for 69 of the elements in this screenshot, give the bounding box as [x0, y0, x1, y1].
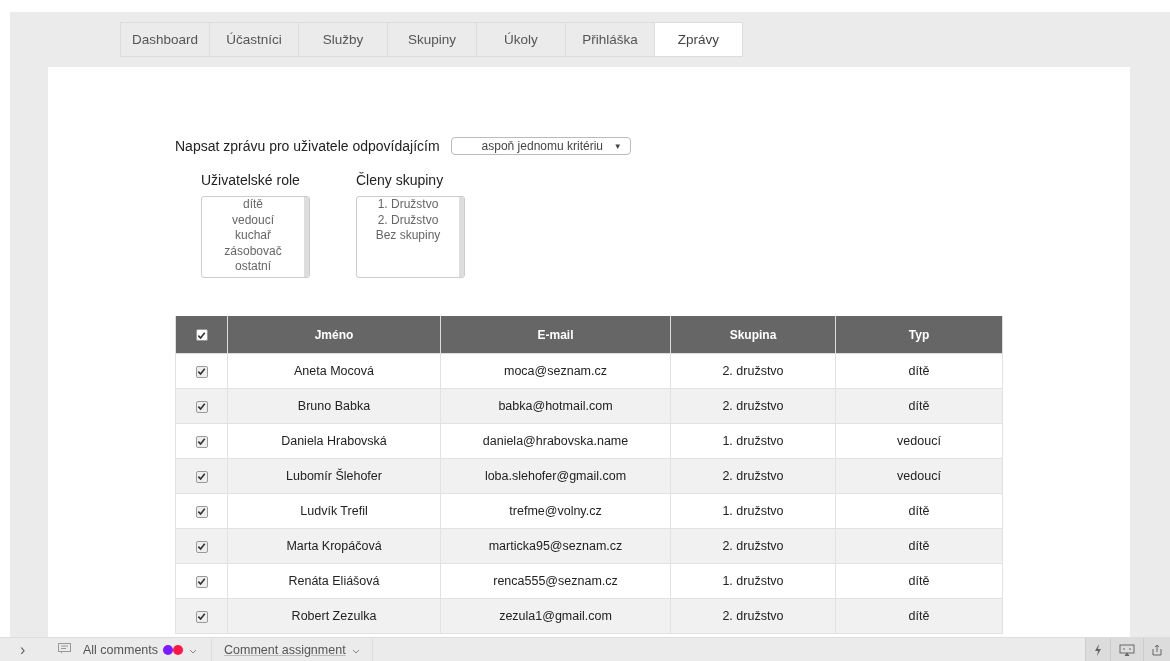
column-header: Jméno [227, 316, 441, 354]
table-cell: zezula1@gmail.com [440, 598, 671, 634]
table-cell: daniela@hrabovska.name [440, 423, 671, 459]
list-option[interactable]: 1. Družstvo [377, 197, 439, 213]
list-option[interactable]: ostatní [235, 259, 271, 275]
table-cell: marticka95@seznam.cz [440, 528, 671, 564]
table-cell: moca@seznam.cz [440, 353, 671, 389]
tab[interactable]: Služby [298, 22, 387, 57]
criteria-dropdown[interactable]: aspoň jednomu kritériu ▼ [450, 137, 631, 155]
table-cell: Marta Kropáčová [227, 528, 441, 564]
table-cell: 2. družstvo [670, 598, 836, 634]
list-option[interactable]: zásobovač [224, 243, 282, 259]
tab[interactable]: Zprávy [654, 22, 743, 57]
table-cell: 1. družstvo [670, 563, 836, 599]
table-cell: dítě [835, 598, 1003, 634]
tab[interactable]: Dashboard [120, 22, 209, 57]
table-cell: Daniela Hrabovská [227, 423, 441, 459]
checkbox[interactable] [195, 505, 208, 518]
table-cell: vedoucí [835, 458, 1003, 494]
table-cell: renca555@seznam.cz [440, 563, 671, 599]
checkbox[interactable] [195, 575, 208, 588]
list-label: Členy skupiny [356, 172, 445, 188]
table-cell: vedoucí [835, 423, 1003, 459]
tab[interactable]: Přihláška [565, 22, 654, 57]
table-cell: 2. družstvo [670, 458, 836, 494]
comment-assignment-dropdown[interactable]: Comment assignment [224, 642, 346, 657]
list-option[interactable]: Bez skupiny [375, 228, 441, 244]
table-cell: dítě [835, 388, 1003, 424]
table-cell: Robert Zezulka [227, 598, 441, 634]
checkbox[interactable] [195, 435, 208, 448]
tab[interactable]: Účastníci [209, 22, 298, 57]
table-cell: loba.slehofer@gmail.com [440, 458, 671, 494]
table-cell: babka@hotmail.com [440, 388, 671, 424]
checkbox[interactable] [195, 400, 208, 413]
list-label: Uživatelské role [201, 172, 301, 188]
checkbox[interactable] [195, 540, 208, 553]
table-cell: dítě [835, 493, 1003, 529]
table-cell: Renáta Eliášová [227, 563, 441, 599]
list-option[interactable]: kuchař [235, 228, 271, 244]
table-cell: 2. družstvo [670, 528, 836, 564]
table-cell: dítě [835, 528, 1003, 564]
checkbox[interactable] [195, 329, 208, 342]
table-cell: 1. družstvo [670, 423, 836, 459]
checkbox[interactable] [195, 610, 208, 623]
table-cell: dítě [835, 563, 1003, 599]
table-cell: Bruno Babka [227, 388, 441, 424]
column-header: Skupina [670, 316, 836, 354]
table-cell: Ludvík Trefil [227, 493, 441, 529]
table-cell: trefme@volny.cz [440, 493, 671, 529]
expand-button[interactable]: › [20, 640, 32, 659]
table-cell: 2. družstvo [670, 388, 836, 424]
checkbox[interactable] [195, 470, 208, 483]
list-option[interactable]: dítě [243, 197, 263, 213]
list-box[interactable]: 1. Družstvo 2. Družstvo Bez skupiny [356, 196, 465, 278]
column-header: Typ [835, 316, 1003, 354]
table-cell: 1. družstvo [670, 493, 836, 529]
table-cell: 2. družstvo [670, 353, 836, 389]
comments-filter[interactable]: All comments [83, 642, 159, 657]
column-header: E-mail [440, 316, 671, 354]
list-box[interactable]: dítě vedoucí kuchař zásobovač ostatní [201, 196, 310, 278]
list-option[interactable]: 2. Družstvo [377, 212, 439, 228]
table-cell: Lubomír Šlehofer [227, 458, 441, 494]
tab[interactable]: Skupiny [387, 22, 476, 57]
table-cell: dítě [835, 353, 1003, 389]
table-cell: Aneta Mocová [227, 353, 441, 389]
tab[interactable]: Úkoly [476, 22, 565, 57]
checkbox[interactable] [195, 365, 208, 378]
list-option[interactable]: vedoucí [232, 212, 274, 228]
filter-label: Napsat zprávu pro uživatele odpovídajícím [175, 138, 440, 154]
